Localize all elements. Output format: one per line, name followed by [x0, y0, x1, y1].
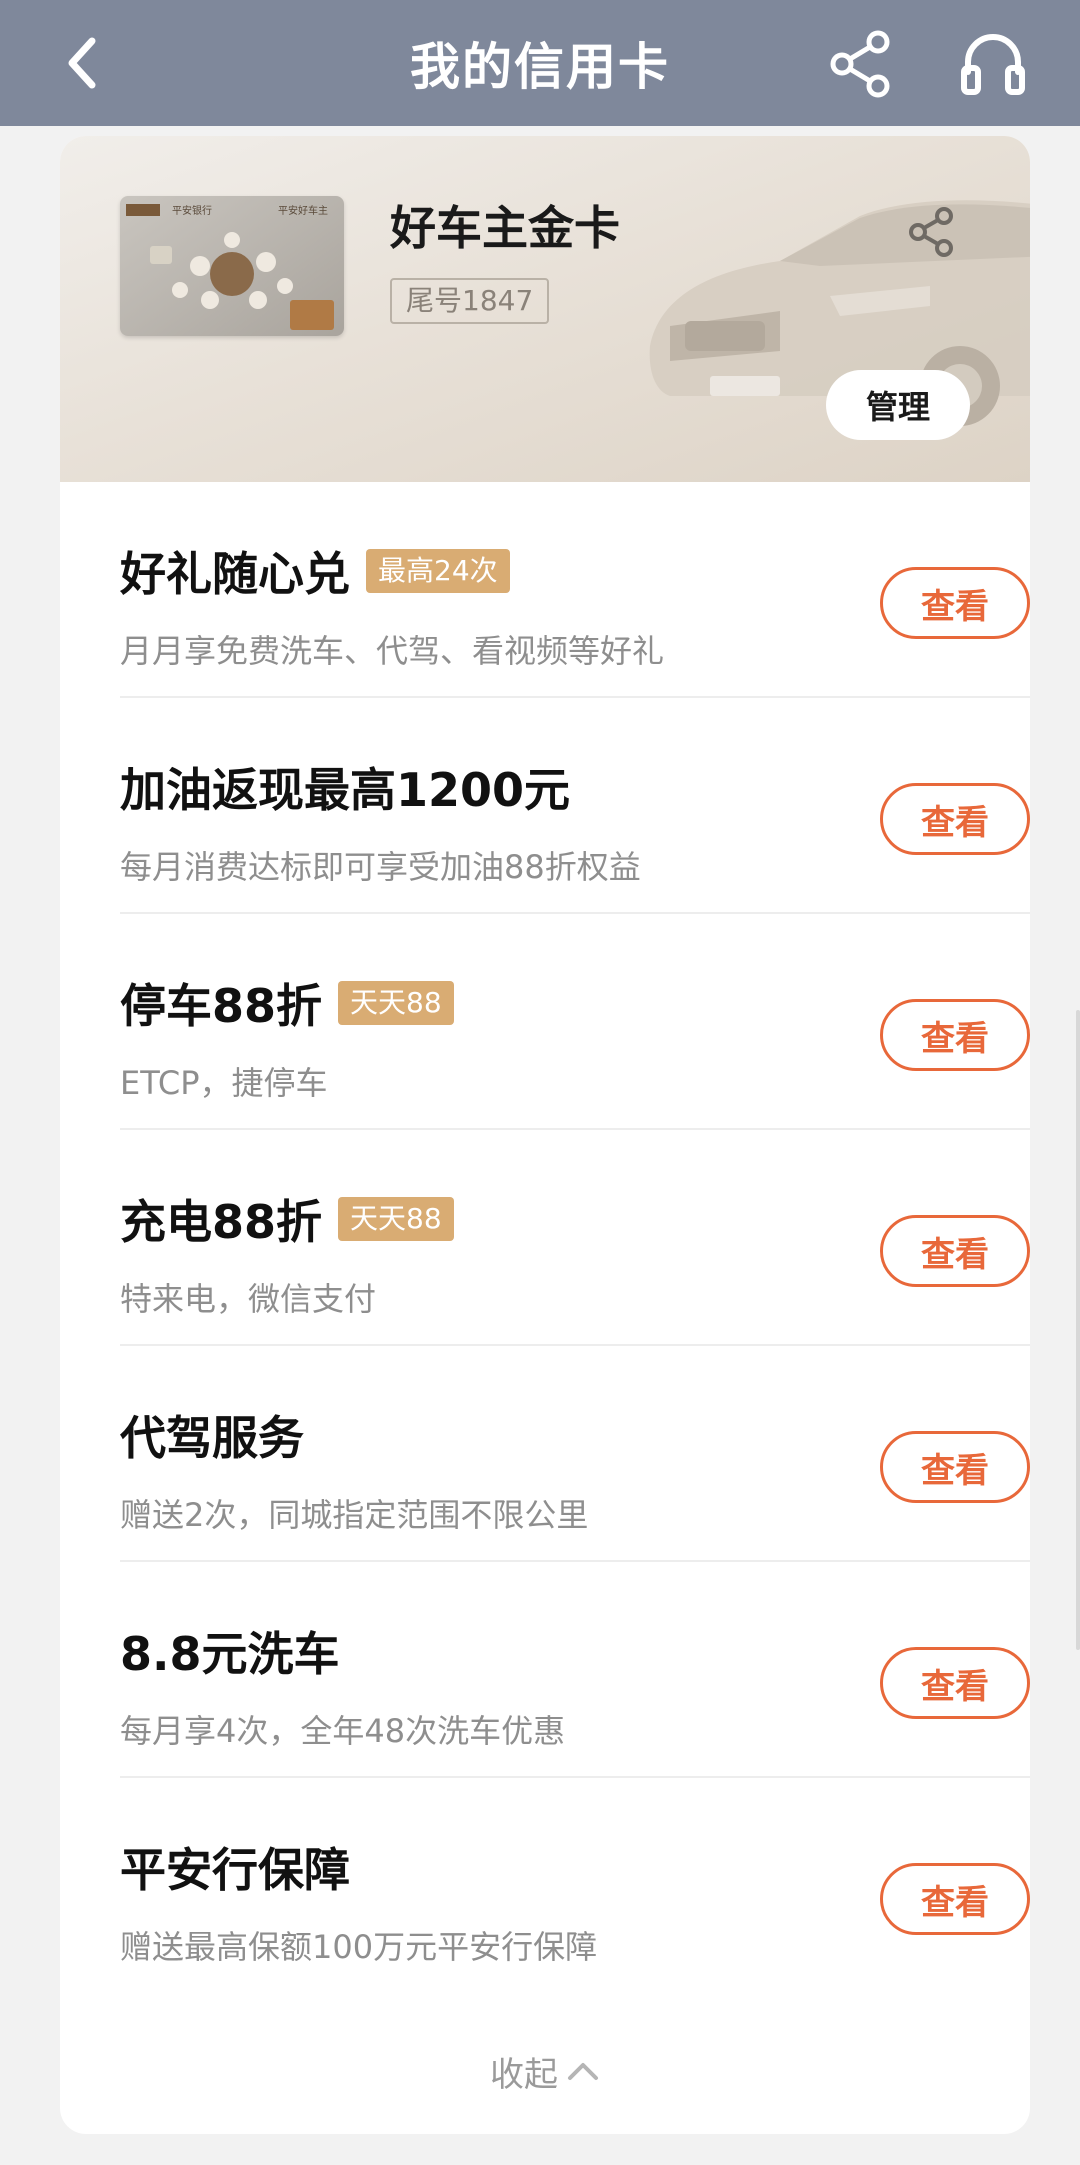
benefit-title: 代驾服务: [120, 1411, 304, 1465]
back-button[interactable]: [62, 28, 122, 98]
view-button[interactable]: 查看: [880, 1431, 1030, 1503]
benefit-row-designated-driver: 代驾服务 赠送2次，同城指定范围不限公里 查看: [120, 1346, 1030, 1562]
benefit-tag: 天天88: [338, 1197, 454, 1241]
chevron-left-icon: [68, 37, 96, 89]
credit-card-panel: 平安银行 平安好车主 好车主金卡 尾号1847 管理 好礼随心兑 最高24次 月…: [60, 136, 1030, 2134]
benefit-title: 8.8元洗车: [120, 1627, 340, 1681]
view-button[interactable]: 查看: [880, 999, 1030, 1071]
collapse-button[interactable]: 收起: [60, 2016, 1030, 2126]
view-button[interactable]: 查看: [880, 567, 1030, 639]
share-icon: [909, 207, 953, 257]
card-artwork: 平安银行 平安好车主: [126, 204, 334, 330]
benefit-description: 赠送2次，同城指定范围不限公里: [120, 1496, 589, 1534]
benefit-title: 平安行保障: [120, 1843, 350, 1897]
benefit-description: 月月享免费洗车、代驾、看视频等好礼: [120, 632, 665, 670]
benefit-tag: 天天88: [338, 981, 454, 1025]
credit-card-image: 平安银行 平安好车主: [120, 196, 344, 336]
benefit-title: 停车88折: [120, 979, 323, 1033]
benefit-row-gifts: 好礼随心兑 最高24次 月月享免费洗车、代驾、看视频等好礼 查看: [120, 482, 1030, 698]
benefit-title: 好礼随心兑: [120, 547, 350, 601]
benefit-title: 加油返现最高1200元: [120, 763, 571, 817]
benefit-tag: 最高24次: [366, 549, 510, 593]
view-button[interactable]: 查看: [880, 783, 1030, 855]
svg-text:平安银行: 平安银行: [172, 204, 212, 217]
benefit-row-parking: 停车88折 天天88 ETCP，捷停车 查看: [120, 914, 1030, 1130]
share-button[interactable]: [826, 28, 896, 98]
card-name: 好车主金卡: [390, 201, 620, 255]
card-share-button[interactable]: [906, 206, 958, 258]
benefit-description: ETCP，捷停车: [120, 1064, 328, 1102]
headset-icon: [961, 34, 1025, 95]
manage-button[interactable]: 管理: [826, 370, 970, 440]
view-button[interactable]: 查看: [880, 1863, 1030, 1935]
benefit-row-car-wash: 8.8元洗车 每月享4次，全年48次洗车优惠 查看: [120, 1562, 1030, 1778]
benefit-description: 特来电，微信支付: [120, 1280, 377, 1318]
benefit-row-travel-insurance: 平安行保障 赠送最高保额100万元平安行保障 查看: [120, 1778, 1030, 1994]
benefit-description: 每月享4次，全年48次洗车优惠: [120, 1712, 566, 1750]
svg-text:平安好车主: 平安好车主: [278, 204, 328, 217]
view-button[interactable]: 查看: [880, 1215, 1030, 1287]
page-title: 我的信用卡: [410, 38, 670, 96]
card-number-tail: 尾号1847: [390, 278, 550, 324]
benefit-description: 每月消费达标即可享受加油88折权益: [120, 848, 641, 886]
collapse-label: 收起: [490, 2054, 558, 2095]
top-navigation-bar: 我的信用卡: [0, 0, 1080, 126]
view-button[interactable]: 查看: [880, 1647, 1030, 1719]
scroll-indicator: [1076, 1010, 1080, 1650]
customer-service-button[interactable]: [958, 28, 1028, 98]
chevron-up-icon: [568, 2063, 598, 2080]
card-hero: 平安银行 平安好车主 好车主金卡 尾号1847 管理: [60, 136, 1030, 482]
share-icon: [830, 30, 890, 98]
benefit-description: 赠送最高保额100万元平安行保障: [120, 1928, 598, 1966]
benefit-row-charging: 充电88折 天天88 特来电，微信支付 查看: [120, 1130, 1030, 1346]
benefit-title: 充电88折: [120, 1195, 323, 1249]
benefit-row-fuel-cashback: 加油返现最高1200元 每月消费达标即可享受加油88折权益 查看: [120, 698, 1030, 914]
